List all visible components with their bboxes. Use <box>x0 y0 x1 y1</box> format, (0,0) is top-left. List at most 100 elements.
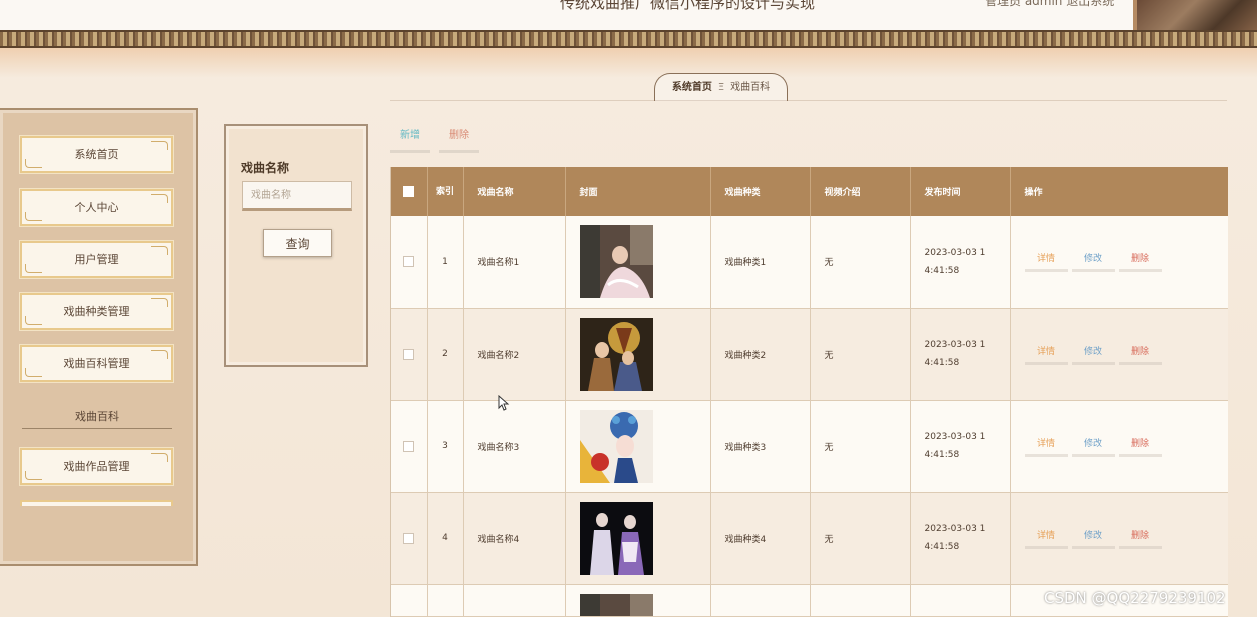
delete-button[interactable]: 删除 <box>1118 436 1162 457</box>
row-cover-cell <box>565 308 711 401</box>
select-all-header <box>391 167 428 216</box>
sidebar-item-label: 戏曲作品管理 <box>63 460 130 473</box>
row-checkbox[interactable] <box>403 440 415 452</box>
user-info[interactable]: 管理员 admin 退出系统 <box>985 0 1114 9</box>
row-time: 2023-03-03 1 4:41:58 <box>910 308 1011 401</box>
sidebar-item-profile[interactable]: 个人中心 <box>20 189 173 226</box>
select-all-checkbox[interactable] <box>403 186 415 197</box>
breadcrumb-divider <box>390 100 1227 101</box>
detail-button[interactable]: 详情 <box>1024 344 1068 365</box>
row-time-line1: 2023-03-03 1 <box>924 247 986 258</box>
table-row: 1 戏曲名称1 戏曲种类1 无 2023-03-03 1 4:41:58 详情 修改… <box>391 216 1228 309</box>
breadcrumb-current: 戏曲百科 <box>730 82 771 93</box>
scroll-ornament-icon <box>151 453 168 462</box>
detail-button[interactable]: 详情 <box>1024 436 1068 457</box>
delete-button[interactable]: 删除 <box>1118 251 1162 273</box>
row-intro: 无 <box>810 216 911 309</box>
scroll-ornament-icon <box>25 316 42 325</box>
row-type: 戏曲种类2 <box>710 308 811 401</box>
sidebar-section-label: 戏曲百科 <box>75 410 119 423</box>
scroll-ornament-icon <box>25 368 42 377</box>
breadcrumb-separator: Ξ <box>717 82 725 93</box>
row-time-line2: 4:41:58 <box>924 450 960 460</box>
row-checkbox[interactable] <box>403 348 415 360</box>
sidebar-item-label: 系统首页 <box>74 148 119 161</box>
header-cover: 封面 <box>565 167 711 216</box>
sidebar-item-label: 戏曲百科管理 <box>63 357 130 370</box>
row-time-cell <box>910 584 1011 617</box>
row-cover-cell <box>565 492 711 585</box>
row-time-line1: 2023-03-03 1 <box>924 524 986 534</box>
row-intro: 无 <box>810 492 911 585</box>
header-time: 发布时间 <box>910 167 1011 216</box>
row-actions: 详情 修改 删除 <box>1010 492 1228 585</box>
row-index: 4 <box>427 492 464 585</box>
decorative-border-band <box>0 30 1257 48</box>
search-label: 戏曲名称 <box>241 161 290 175</box>
opera-duet-photo-icon[interactable] <box>579 501 653 575</box>
delete-button[interactable]: 删除 <box>1118 528 1162 549</box>
row-index-cell <box>427 584 464 617</box>
row-select-cell <box>391 216 428 309</box>
row-actions: 详情 修改 删除 <box>1010 400 1228 493</box>
opera-headdress-photo-icon[interactable] <box>579 409 653 483</box>
row-name: 戏曲名称4 <box>463 492 566 585</box>
search-panel: 戏曲名称 查询 <box>224 124 368 367</box>
sidebar-item-label: 个人中心 <box>74 201 119 214</box>
row-checkbox[interactable] <box>403 532 415 544</box>
opera-stage-decoration <box>1137 0 1257 30</box>
scroll-ornament-icon <box>151 194 168 203</box>
sidebar-section-divider <box>22 428 172 429</box>
scroll-ornament-icon <box>151 350 168 359</box>
row-intro-cell <box>810 584 911 617</box>
sidebar-item-next[interactable] <box>20 500 173 506</box>
opera-performer-photo-icon[interactable] <box>579 593 653 616</box>
row-time-line1: 2023-03-03 1 <box>924 432 986 442</box>
add-button[interactable]: 新增 <box>390 126 430 153</box>
opera-performer-photo-icon[interactable] <box>579 225 653 299</box>
row-name-cell <box>463 584 566 617</box>
detail-button[interactable]: 详情 <box>1024 528 1068 549</box>
query-button[interactable]: 查询 <box>263 229 332 257</box>
sidebar-item-label: 用户管理 <box>74 253 119 266</box>
row-time-line2: 4:41:58 <box>924 265 960 276</box>
table-header-row: 索引 戏曲名称 封面 戏曲种类 视频介绍 发布时间 操作 <box>391 167 1228 216</box>
edit-button[interactable]: 修改 <box>1071 528 1115 549</box>
header-intro: 视频介绍 <box>810 167 911 216</box>
row-select-cell <box>391 584 428 617</box>
scroll-ornament-icon <box>25 159 42 168</box>
mouse-cursor-icon <box>498 395 510 411</box>
scroll-ornament-icon <box>25 212 42 221</box>
edit-button[interactable]: 修改 <box>1071 251 1115 273</box>
detail-button[interactable]: 详情 <box>1024 251 1068 273</box>
sidebar-item-home[interactable]: 系统首页 <box>20 136 173 173</box>
row-select-cell <box>391 400 428 493</box>
sidebar-item-opera-types[interactable]: 戏曲种类管理 <box>20 293 173 330</box>
system-title: 传统戏曲推广微信小程序的设计与实现 <box>560 0 816 12</box>
edit-button[interactable]: 修改 <box>1071 436 1115 457</box>
edit-button[interactable]: 修改 <box>1071 344 1115 365</box>
sidebar-menu: 系统首页 个人中心 用户管理 戏曲种类管理 戏曲百科管理 戏曲百科 戏曲作品管理 <box>0 108 198 566</box>
row-name: 戏曲名称1 <box>463 216 566 309</box>
opera-poster-photo-icon[interactable] <box>579 317 653 391</box>
opera-name-search-input[interactable] <box>242 181 352 211</box>
header-name: 戏曲名称 <box>463 167 566 216</box>
breadcrumb: 系统首页 Ξ 戏曲百科 <box>654 73 788 101</box>
sidebar-item-label: 戏曲种类管理 <box>63 305 130 318</box>
row-time: 2023-03-03 1 4:41:58 <box>910 400 1011 493</box>
row-actions: 详情 修改 删除 <box>1010 308 1228 401</box>
sidebar-item-opera-encyclopedia[interactable]: 戏曲百科管理 <box>20 345 173 382</box>
row-type: 戏曲种类1 <box>710 216 811 309</box>
batch-delete-button[interactable]: 删除 <box>439 126 479 153</box>
row-checkbox[interactable] <box>403 256 415 268</box>
row-index: 2 <box>427 308 464 401</box>
row-name: 戏曲名称2 <box>463 308 566 401</box>
header-type: 戏曲种类 <box>710 167 811 216</box>
delete-button[interactable]: 删除 <box>1118 344 1162 365</box>
sidebar-item-opera-works[interactable]: 戏曲作品管理 <box>20 448 173 485</box>
sidebar-item-users[interactable]: 用户管理 <box>20 241 173 278</box>
breadcrumb-home[interactable]: 系统首页 <box>672 82 712 93</box>
row-intro: 无 <box>810 308 911 401</box>
row-index: 3 <box>427 400 464 493</box>
row-type-cell <box>710 584 811 617</box>
